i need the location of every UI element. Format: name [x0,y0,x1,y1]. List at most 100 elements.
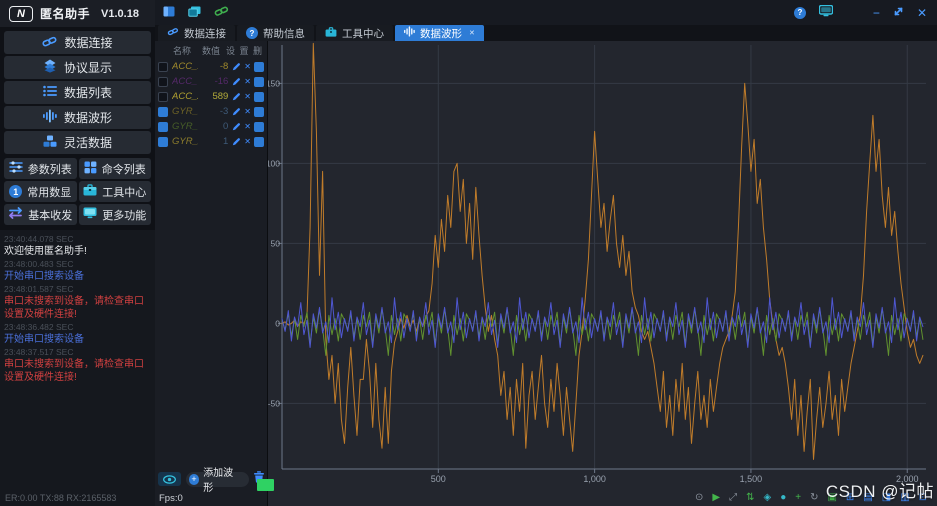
maximize-icon[interactable] [893,6,904,19]
grid-icon [84,161,97,177]
row-tools: ✕ [232,91,264,102]
fullscreen-icon[interactable]: ⤢ [729,493,737,503]
log-message: 开始串口搜索设备 [4,271,84,283]
sidebar-toggle-icon[interactable] [163,4,175,22]
table-row: GYR_X -3 ✕ [155,104,267,119]
table-row: GYR_Y 0 ✕ [155,119,267,134]
signal-value: 0 [223,121,229,132]
link-icon [42,35,57,51]
tab-label: 工具中心 [342,27,384,40]
log-timestamp: 23:48:36.482 SEC [4,322,74,333]
add-waveform-button[interactable]: + 添加波形 [185,468,249,494]
delete-icon[interactable]: ✕ [244,62,251,71]
float-window-icon[interactable] [188,4,201,22]
datalist-footer: + 添加波形 [155,468,267,494]
log-message: 串口未搜索到设备，请检查串口设置及硬件连接! [4,359,144,384]
sidebar-item-data-list[interactable]: 数据列表 [4,81,151,104]
edit-icon[interactable] [232,122,241,131]
toolbox-icon [325,26,337,40]
tab-help-info[interactable]: ? 帮助信息 [237,25,314,41]
edit-icon[interactable] [232,77,241,86]
signal-value: 1 [223,136,229,147]
waveform-chart[interactable]: 500 1,000 1,500 2,000-50050100150 [266,41,937,506]
minimize-icon[interactable]: − [873,7,880,19]
delete-icon[interactable]: ✕ [244,137,251,146]
play-icon[interactable]: ▶ [712,493,720,503]
tab-label: 数据连接 [184,27,226,40]
sidebar-item-common-display[interactable]: 1 常用数显 [4,181,77,202]
row-select-checkbox[interactable] [158,121,168,132]
show-checkbox[interactable] [254,106,264,117]
header-ops: 设 置 删 [225,46,263,56]
toolbox-icon [83,184,97,199]
header-value: 数值 [201,46,220,56]
topbar-right-icons: ? − ✕ [793,4,927,22]
log-message: 开始串口搜索设备 [4,334,84,346]
help-icon[interactable]: ? [793,6,806,19]
show-checkbox[interactable] [254,61,264,72]
datalist-header: 名称 数值 设 置 删 [155,41,267,59]
tab-label: 数据波形 [420,27,462,40]
refresh-icon[interactable]: ↻ [810,493,818,503]
sidebar-item-data-connect[interactable]: 数据连接 [4,31,151,54]
one-badge-icon: 1 [9,185,23,198]
edit-icon[interactable] [232,92,241,101]
sidebar-item-label: 灵活数据 [63,136,112,150]
link-icon [167,27,179,39]
curve-visibility-icon[interactable]: ⊙ [695,493,703,503]
list-icon [43,85,57,100]
record-indicator[interactable] [257,479,274,491]
tab-label: 帮助信息 [263,27,305,40]
sidebar-item-basic-txrx[interactable]: 基本收发 [4,204,77,225]
show-checkbox[interactable] [254,121,264,132]
add-waveform-label: 添加波形 [203,468,234,494]
sidebar-item-label: 工具中心 [102,186,147,199]
delete-icon[interactable]: ✕ [244,77,251,86]
sidebar-item-command-list[interactable]: 命令列表 [78,158,151,179]
delete-icon[interactable]: ✕ [244,107,251,116]
svg-text:0: 0 [275,318,280,328]
signal-value: -8 [219,61,229,72]
display-icon[interactable] [818,4,834,22]
connect-link-icon[interactable] [214,4,229,22]
waveform-icon [42,109,57,126]
signal-value: -16 [214,76,229,87]
sidebar-item-param-list[interactable]: 参数列表 [4,158,77,179]
sidebar-item-flexible-data[interactable]: 灵活数据 [4,131,151,154]
row-select-checkbox[interactable] [158,91,168,102]
row-select-checkbox[interactable] [158,76,168,87]
monitor-icon [83,207,97,222]
show-checkbox[interactable] [254,76,264,87]
sidebar-grid-menu: 参数列表 命令列表 1 常用数显 工具中心 基本收发 更多功能 [0,156,155,225]
delete-icon[interactable]: ✕ [244,122,251,131]
sidebar-item-more-features[interactable]: 更多功能 [78,204,151,225]
table-row: ACC_Y -16 ✕ [155,74,267,89]
sidebar-item-tool-center[interactable]: 工具中心 [78,181,151,202]
sidebar-item-label: 基本收发 [28,209,73,222]
pan-icon[interactable]: + [795,493,801,503]
row-select-checkbox[interactable] [158,61,168,72]
marker-icon[interactable]: ◈ [763,493,771,503]
delete-icon[interactable]: ✕ [244,92,251,101]
toggle-visibility-button[interactable] [158,472,181,486]
show-checkbox[interactable] [254,136,264,147]
edit-icon[interactable] [232,107,241,116]
tab-data-waveform[interactable]: 数据波形 ✕ [395,25,484,41]
tab-close-icon[interactable]: ✕ [469,29,475,37]
row-select-checkbox[interactable] [158,106,168,117]
sidebar-item-data-waveform[interactable]: 数据波形 [4,106,151,129]
edit-icon[interactable] [232,137,241,146]
brush-icon[interactable]: ● [780,493,786,503]
table-row: ACC_X -8 ✕ [155,59,267,74]
row-select-checkbox[interactable] [158,136,168,147]
fit-vertical-icon[interactable]: ⇅ [746,493,754,503]
edit-icon[interactable] [232,62,241,71]
show-checkbox[interactable] [254,91,264,102]
sidebar-item-protocol-display[interactable]: 协议显示 [4,56,151,79]
close-icon[interactable]: ✕ [917,7,927,19]
tab-data-connect[interactable]: 数据连接 [158,25,235,41]
tab-tool-center[interactable]: 工具中心 [316,25,393,41]
table-row: ACC_Z 589 ✕ [155,89,267,104]
svg-text:1,000: 1,000 [583,474,606,484]
sidebar-item-label: 参数列表 [27,163,72,176]
